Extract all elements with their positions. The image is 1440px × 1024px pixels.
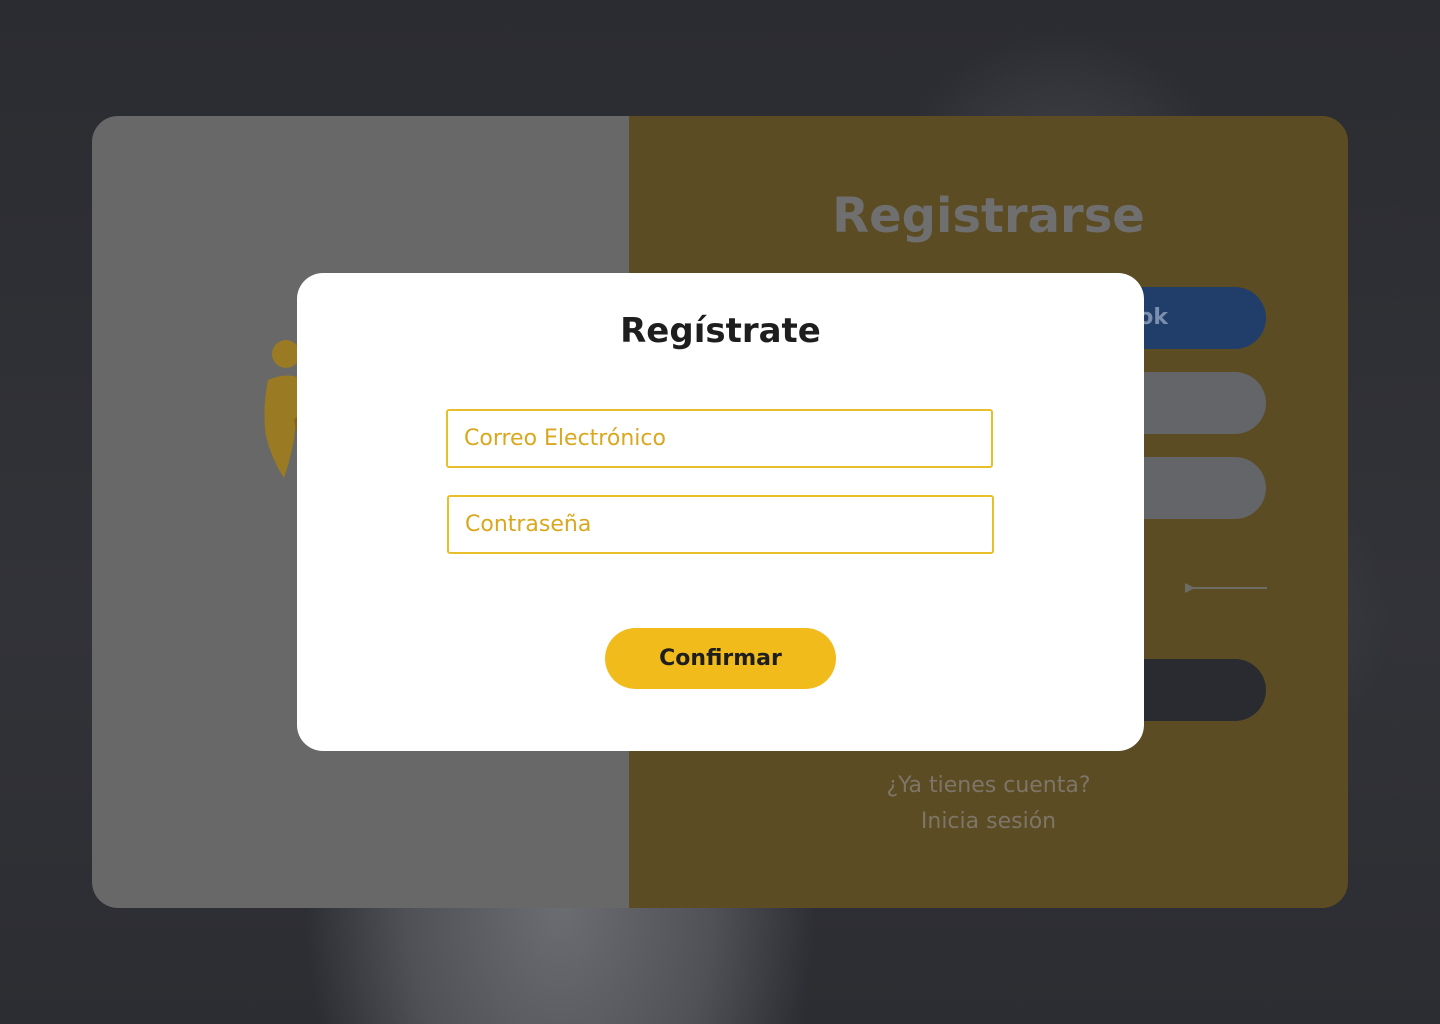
password-field[interactable] <box>447 495 994 554</box>
login-link-text[interactable]: Inicia sesión <box>629 804 1348 840</box>
confirm-button[interactable]: Confirmar <box>605 628 836 689</box>
email-field[interactable] <box>446 409 993 468</box>
shirt-graphic <box>690 910 770 980</box>
register-title: Registrarse <box>832 188 1145 244</box>
login-link[interactable]: ¿Ya tienes cuenta? Inicia sesión <box>629 768 1348 840</box>
have-account-text: ¿Ya tienes cuenta? <box>886 773 1091 798</box>
modal-title: Regístrate <box>620 311 821 351</box>
divider-line <box>1189 587 1267 589</box>
register-modal: Regístrate Confirmar <box>297 273 1144 751</box>
